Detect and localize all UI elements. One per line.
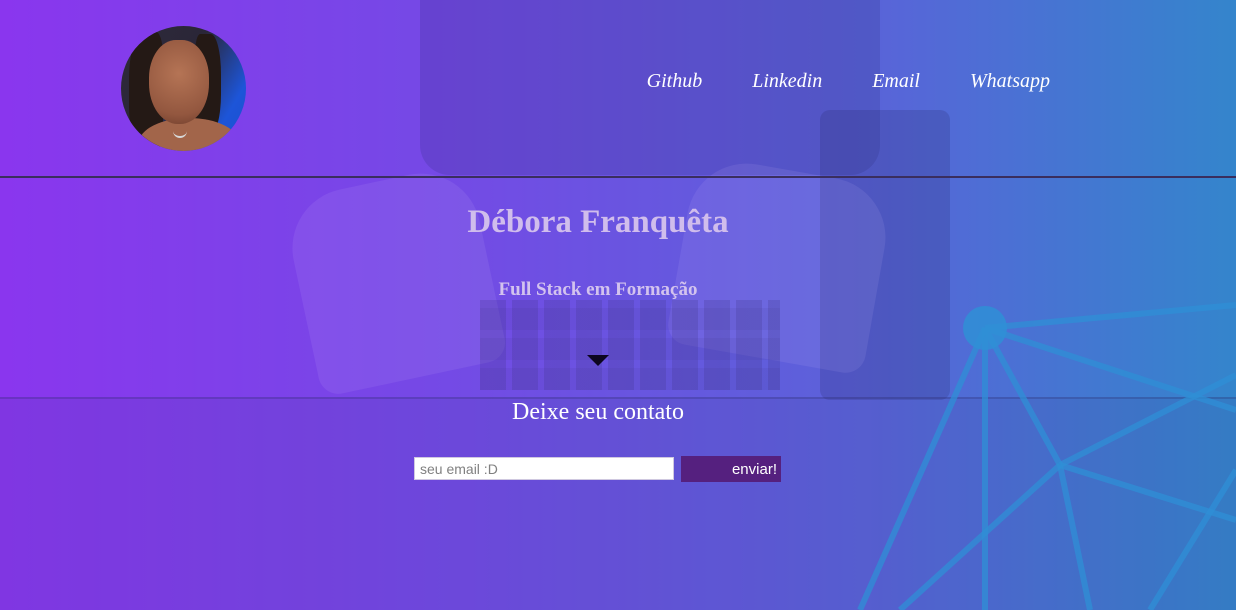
contact-title: Deixe seu contato — [512, 399, 684, 425]
site-header: Github Linkedin Email Whatsapp — [0, 0, 1236, 178]
nav-link-email[interactable]: Email — [872, 70, 920, 93]
nav-link-github[interactable]: Github — [647, 70, 703, 93]
page-subtitle: Full Stack em Formação — [498, 279, 698, 300]
triangle-down-icon[interactable] — [587, 355, 609, 366]
background-hand-right — [665, 154, 895, 376]
background-keyboard — [480, 300, 780, 390]
nav-link-whatsapp[interactable]: Whatsapp — [970, 70, 1050, 93]
avatar — [121, 26, 246, 151]
nav-link-linkedin[interactable]: Linkedin — [752, 70, 822, 93]
contact-form: enviar! — [414, 456, 781, 482]
email-input[interactable] — [414, 457, 674, 480]
background-desk — [0, 397, 1236, 610]
send-button[interactable]: enviar! — [681, 456, 781, 482]
main-nav: Github Linkedin Email Whatsapp — [647, 70, 1050, 93]
page-title: Débora Franquêta — [467, 204, 729, 240]
network-node — [963, 306, 1007, 350]
